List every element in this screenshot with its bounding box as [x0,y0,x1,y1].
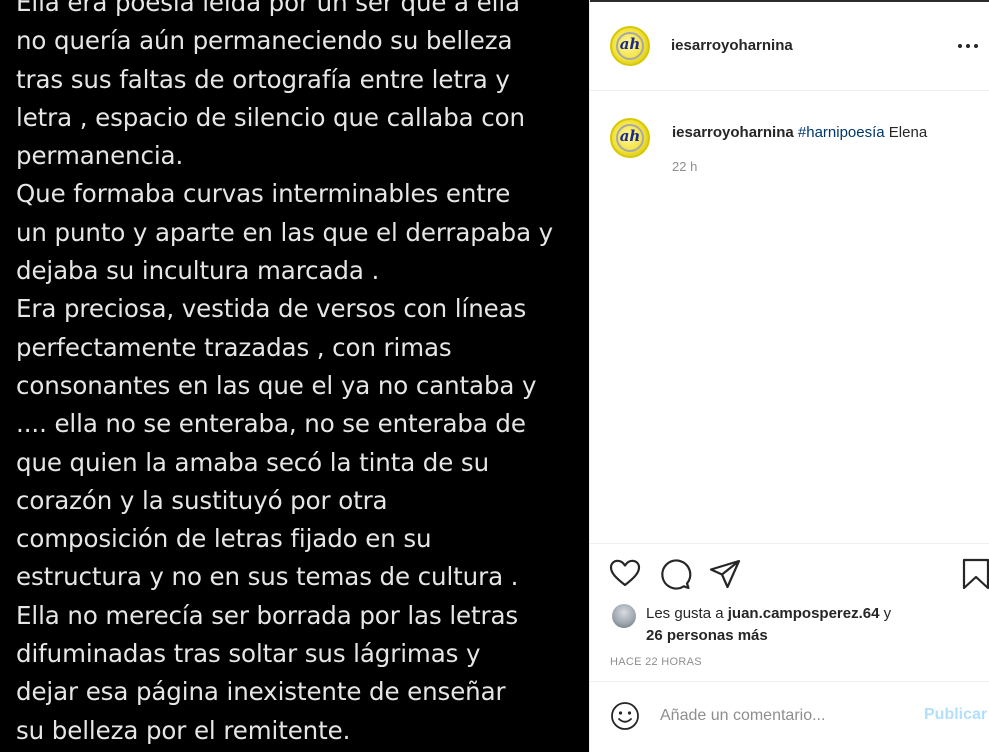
more-dot [974,44,978,48]
post-side-panel: ah iesarroyoharnina ah iesarroyoharnina … [589,0,989,752]
poem-line: letra , espacio de silencio que callaba … [16,102,525,132]
more-options-icon[interactable] [958,38,982,52]
bookmark-icon[interactable] [959,557,989,591]
caption-body: Elena [888,124,928,141]
more-dot [966,44,970,48]
avatar-monogram: ah [619,35,641,53]
actions-section: Les gusta a juan.camposperez.64 y 26 per… [590,543,989,682]
poem-line: Era preciosa, vestida de versos con líne… [16,294,527,324]
poem-line: perfectamente trazadas , con rimas [16,332,452,362]
comment-icon[interactable] [658,557,692,591]
poem-line: Ella era poesía leída por un ser que a e… [16,0,520,17]
share-icon[interactable] [708,557,742,591]
poem-line: corazón y la sustituyó por otra [16,485,388,515]
caption-avatar[interactable]: ah [610,118,650,158]
liked-by-username[interactable]: juan.camposperez.64 [728,605,880,622]
heart-icon[interactable] [608,557,642,591]
post-image: Ella era poesía leída por un ser que a e… [0,0,589,752]
poem-line: dejar esa página inexistente de enseñar [16,677,506,707]
more-dot [958,44,962,48]
profile-avatar[interactable]: ah [610,26,650,66]
poem-line: difuminadas tras soltar sus lágrimas y [16,639,481,669]
post-header: ah iesarroyoharnina [590,2,989,91]
poem-line: tras sus faltas de ortografía entre letr… [16,64,510,94]
comment-box: Publicar [590,682,989,752]
likes-prefix: Les gusta a [646,605,728,622]
post-timestamp[interactable]: HACE 22 HORAS [610,656,702,668]
comment-input[interactable] [660,704,910,728]
caption-hashtag[interactable]: #harnipoesía [798,124,885,141]
emoji-icon[interactable] [610,701,640,731]
poem-line: .... ella no se enteraba, no se enteraba… [16,409,526,439]
poem-line: consonantes en las que el ya no cantaba … [16,370,537,400]
likes-others-link[interactable]: 26 personas más [646,627,768,644]
poem-line: estructura y no en sus temas de cultura … [16,562,519,592]
poem-line: no quería aún permaneciendo su belleza [16,26,513,56]
likes-text: Les gusta a juan.camposperez.64 y 26 per… [646,603,976,647]
likes-joiner: y [879,605,892,622]
poem-line: un punto y aparte en las que el derrapab… [16,217,554,247]
poem-line: composición de letras fijado en su [16,524,432,554]
caption-username[interactable]: iesarroyoharnina [672,124,794,141]
poem-text: Ella era poesía leída por un ser que a e… [16,0,586,750]
poem-line: Ella no merecía ser borrada por las letr… [16,600,519,630]
poem-line: su belleza por el remitente. [16,715,351,745]
header-username[interactable]: iesarroyoharnina [671,37,793,54]
poem-line: permanencia. [16,141,184,171]
liker-avatar[interactable] [612,604,636,628]
caption-section: ah iesarroyoharnina #harnipoesía Elena 2… [590,91,989,543]
publish-button[interactable]: Publicar [924,706,987,724]
poem-line: que quien la amaba secó la tinta de su [16,447,490,477]
poem-line: dejaba su incultura marcada . [16,256,380,286]
caption-text: iesarroyoharnina #harnipoesía Elena [672,124,927,142]
poem-line: Que formaba curvas interminables entre [16,179,511,209]
caption-time[interactable]: 22 h [672,159,697,174]
avatar-monogram: ah [619,127,641,145]
